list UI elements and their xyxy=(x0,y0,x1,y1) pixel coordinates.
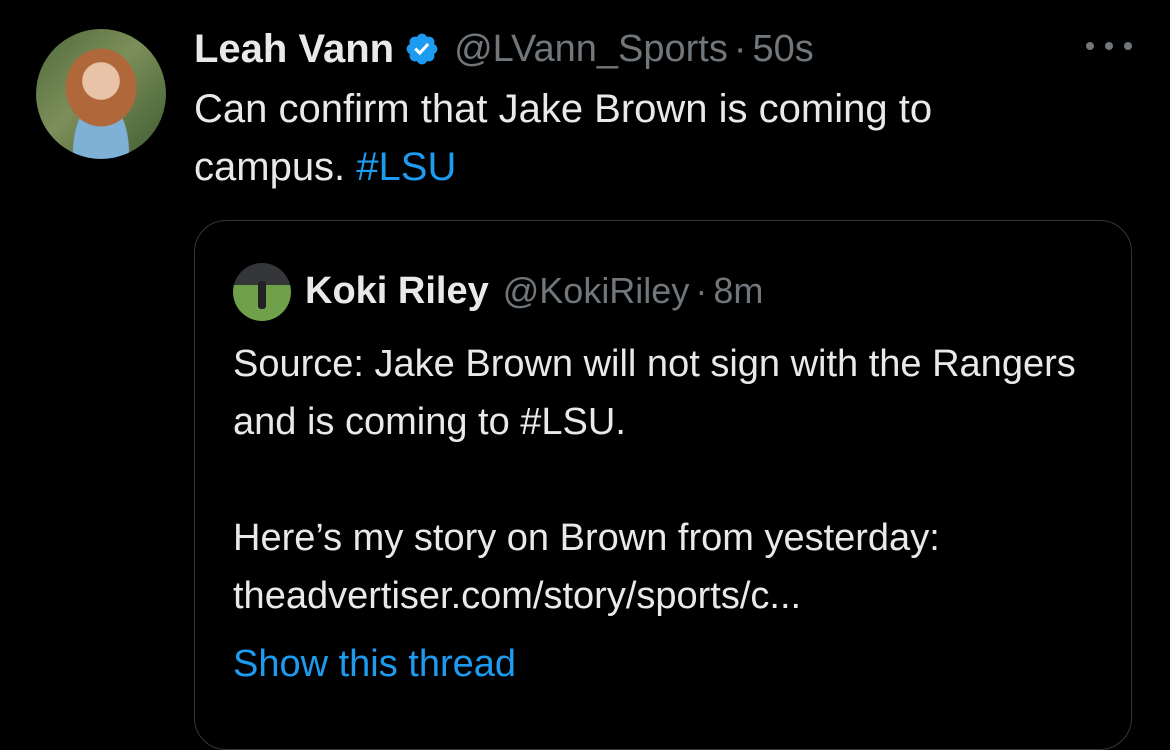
quoted-tweet-text: Source: Jake Brown will not sign with th… xyxy=(233,335,1113,625)
quoted-author-name: Koki Riley xyxy=(305,269,489,312)
tweet-header: Leah Vann @LVann_Sports · 50s xyxy=(194,24,814,74)
author-name[interactable]: Leah Vann xyxy=(194,27,394,72)
hashtag-link[interactable]: #LSU xyxy=(356,145,456,189)
quoted-text-line: Here’s my story on Brown from yesterday: xyxy=(233,517,940,559)
quoted-author-handle: @KokiRiley xyxy=(502,270,690,311)
tweet-body: Can confirm that Jake Brown is coming to… xyxy=(194,87,933,189)
quoted-tweet-card[interactable]: Koki Riley @KokiRiley · 8m Source: Jake … xyxy=(194,220,1132,750)
separator-dot: · xyxy=(733,27,747,70)
tweet-timestamp[interactable]: 50s xyxy=(753,28,814,71)
quoted-link-text: theadvertiser.com/story/sports/c... xyxy=(233,575,802,617)
quoted-text-line: Source: Jake Brown will not sign with th… xyxy=(233,343,1076,443)
verified-badge-icon xyxy=(406,33,438,65)
show-thread-link[interactable]: Show this thread xyxy=(233,635,516,693)
quoted-tweet-header: Koki Riley @KokiRiley · 8m xyxy=(305,267,763,315)
quoted-tweet-timestamp: 8m xyxy=(713,270,764,311)
tweet-text: Can confirm that Jake Brown is coming to… xyxy=(194,80,1094,196)
author-handle[interactable]: @LVann_Sports xyxy=(454,28,728,71)
author-avatar[interactable] xyxy=(36,29,166,159)
separator-dot: · xyxy=(695,270,708,311)
quoted-author-avatar xyxy=(233,263,291,321)
more-options-icon[interactable] xyxy=(1086,36,1132,56)
